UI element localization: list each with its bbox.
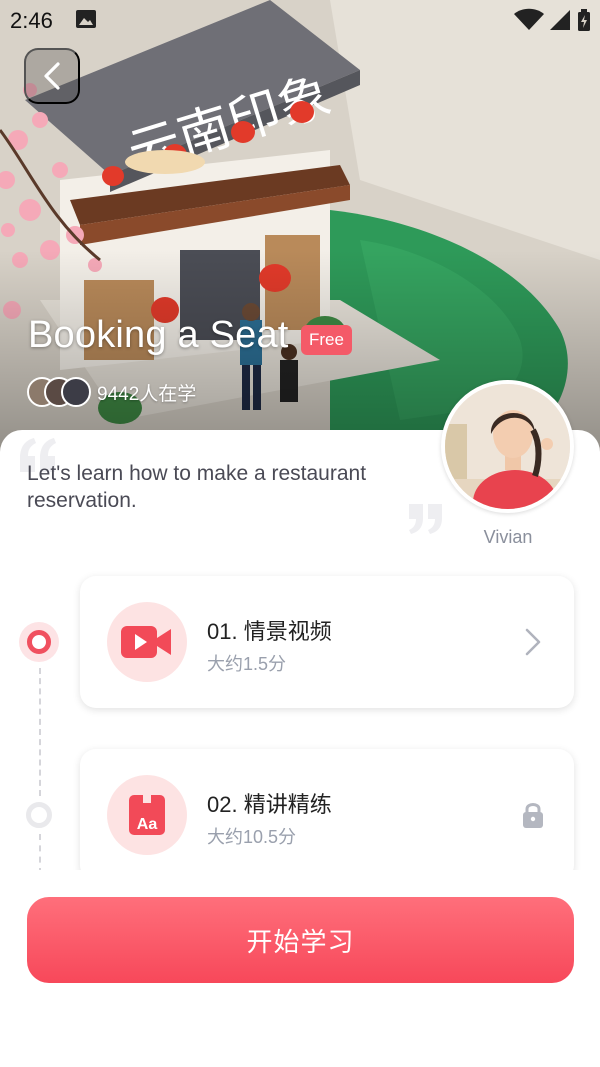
battery-charging-icon (578, 9, 590, 31)
teacher-name: Vivian (483, 527, 533, 547)
learner-count: 9442人在学 (97, 383, 197, 405)
step-title: 02. 精讲精练 (207, 792, 332, 817)
wifi-icon (514, 8, 544, 30)
step-card-practice[interactable]: Aa 02. 精讲精练 大约10.5分 (80, 749, 574, 870)
video-icon (121, 626, 171, 658)
vocabulary-book-label: Aa (137, 816, 158, 833)
image-icon (76, 10, 96, 28)
free-badge: Free (301, 325, 352, 355)
step-icon-circle: Aa (107, 775, 187, 855)
close-quote-icon (409, 504, 442, 534)
lesson-intro: Let's learn how to make a restaurant res… (27, 462, 367, 512)
status-time: 2:46 (10, 8, 53, 33)
timeline-dot-active (19, 622, 59, 662)
step-duration: 大约10.5分 (207, 827, 297, 847)
teacher-photo (445, 384, 570, 509)
timeline-line (39, 668, 41, 796)
status-icons (514, 8, 590, 31)
chevron-right-icon (525, 628, 541, 656)
chevron-left-icon (44, 62, 60, 90)
start-learning-button[interactable]: 开始学习 (27, 897, 574, 983)
step-icon-circle (107, 602, 187, 682)
step-card-video[interactable]: 01. 情景视频 大约1.5分 (80, 576, 574, 708)
learner-avatars (27, 377, 93, 407)
step-duration: 大约1.5分 (207, 654, 287, 674)
teacher-avatar[interactable] (441, 380, 574, 513)
learners-info: 9442人在学 (27, 377, 196, 407)
vocabulary-book-icon: Aa (129, 793, 165, 835)
lock-icon (523, 803, 543, 828)
step-title: 01. 情景视频 (207, 619, 332, 644)
timeline-dot (26, 802, 52, 828)
status-bar: 2:46 (0, 0, 600, 40)
timeline-line (39, 834, 41, 870)
signal-icon (550, 10, 570, 30)
lesson-title: Booking a Seat (28, 314, 289, 356)
back-button[interactable] (24, 48, 80, 104)
avatar (61, 377, 91, 407)
